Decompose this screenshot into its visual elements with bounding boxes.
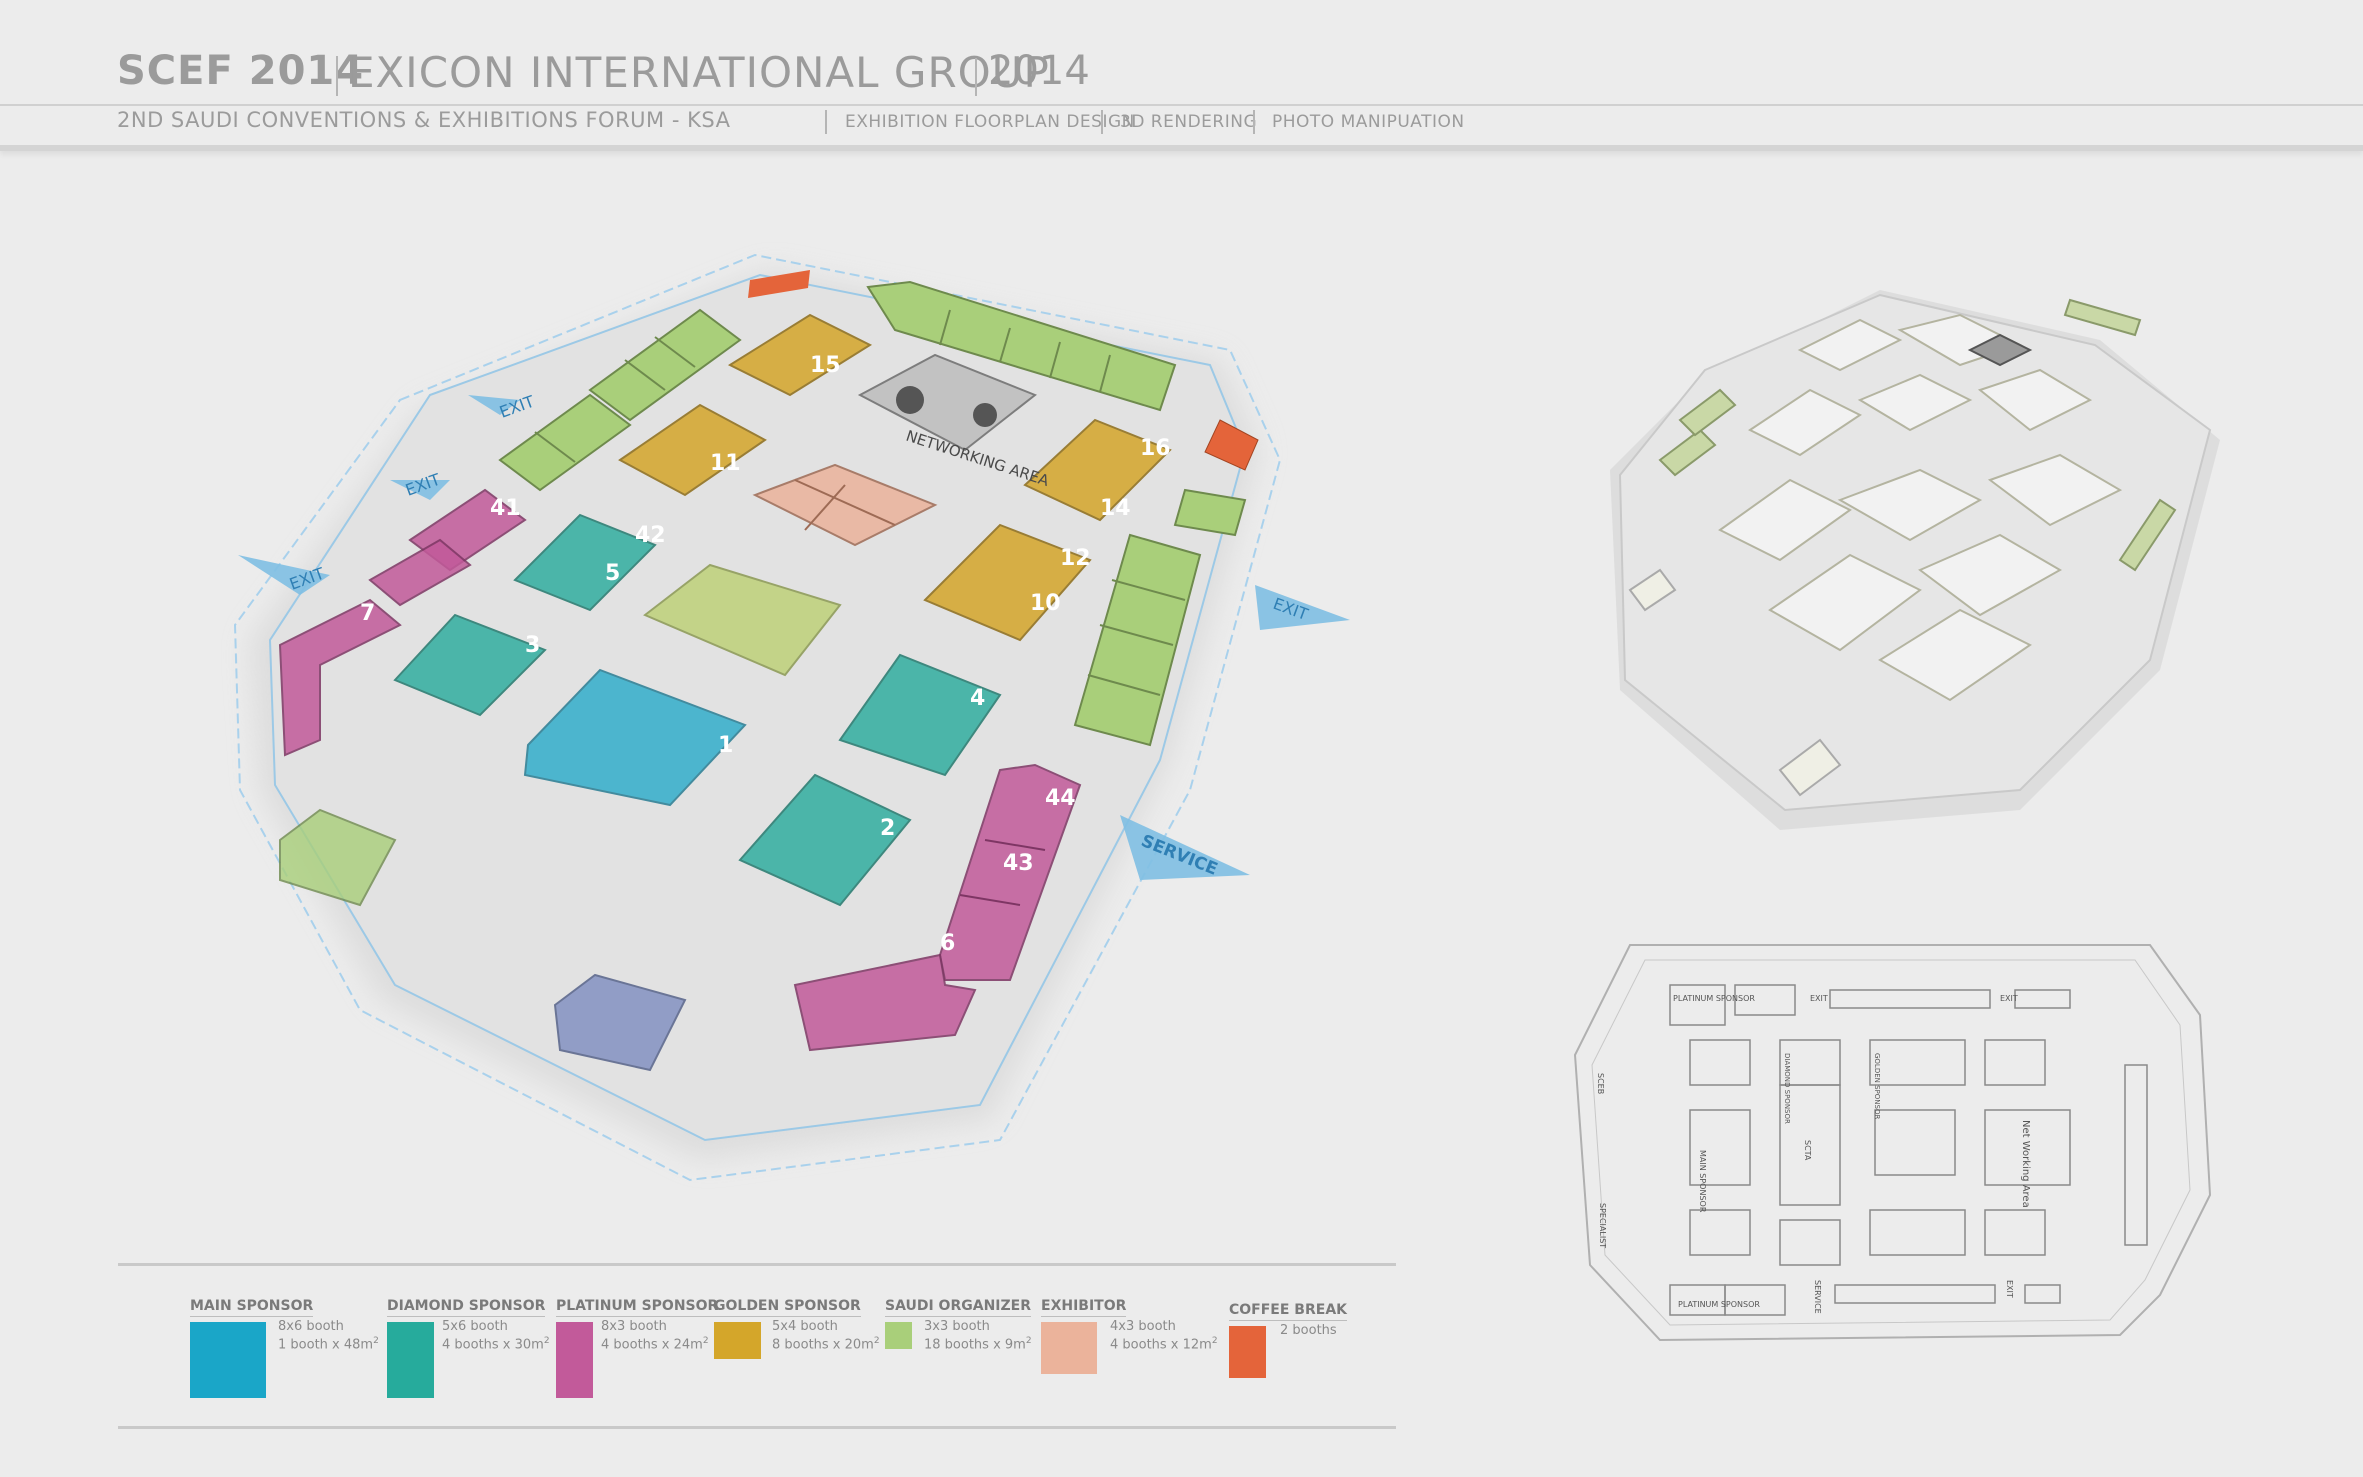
floorplan-label: GOLDEN SPONSOR [1873,1053,1881,1119]
legend-title: SAUDI ORGANIZER [885,1298,1031,1317]
booth-number: 5 [605,561,620,586]
booth-number: 11 [710,451,741,476]
white-3d-render [1610,290,2220,830]
booth-number: 16 [1140,436,1171,461]
floorplan-label: Net Working Area [2020,1120,2031,1208]
legend-swatch [1041,1322,1097,1374]
legend-title: EXHIBITOR [1041,1298,1127,1317]
legend-swatch [190,1322,266,1398]
legend-detail: 4 booths x 24m2 [601,1336,709,1353]
legend-swatch [556,1322,593,1398]
booth-number: 1 [718,733,733,758]
booth-number: 15 [810,353,841,378]
legend-detail: 3x3 booth [924,1319,990,1334]
legend-detail: 2 booths [1280,1323,1337,1338]
floorplan-label: MAIN SPONSOR [1698,1150,1707,1213]
legend-detail: 8 booths x 20m2 [772,1336,880,1353]
service-arrow: SERVICE [1120,815,1250,880]
floorplan-label: SERVICE [1813,1280,1822,1314]
booth-number: 41 [490,496,521,521]
floorplan-label: PLATINUM SPONSOR [1678,1300,1760,1309]
legend-detail: 1 booth x 48m2 [278,1336,379,1353]
legend-detail: 8x3 booth [601,1319,667,1334]
legend-swatch [714,1322,761,1359]
legend-swatch [885,1322,912,1349]
booth-number: 42 [635,523,666,548]
legend-detail: 5x6 booth [442,1319,508,1334]
booth-number: 3 [525,633,540,658]
legend-swatch [1229,1326,1266,1378]
booth-number: 10 [1030,591,1061,616]
legend-title: GOLDEN SPONSOR [714,1298,861,1317]
booth-number: 4 [970,686,985,711]
booth-number: 43 [1003,851,1034,876]
floorplan-label: EXIT [2005,1280,2014,1298]
floorplan-label: EXIT [1810,994,1828,1003]
legend-title: COFFEE BREAK [1229,1302,1348,1321]
booth-number: 7 [360,601,375,626]
legend-detail: 4 booths x 30m2 [442,1336,550,1353]
booth-number: 6 [940,931,955,956]
legend-detail: 4x3 booth [1110,1319,1176,1334]
floorplan-label: EXIT [2000,994,2018,1003]
legend: MAIN SPONSOR 8x6 booth 1 booth x 48m2 DI… [118,1263,1396,1429]
legend-swatch [387,1322,434,1398]
floorplan-label: SCTA [1803,1140,1812,1161]
booth-number: 14 [1100,496,1131,521]
booth-number: 12 [1060,546,1091,571]
floorplan-label: PLATINUM SPONSOR [1673,994,1755,1003]
legend-title: MAIN SPONSOR [190,1298,314,1317]
legend-title: PLATINUM SPONSOR [556,1298,719,1317]
legend-detail: 8x6 booth [278,1319,344,1334]
floorplan-label: DIAMOND SPONSOR [1783,1053,1791,1124]
booth-number: 2 [880,816,895,841]
booth-number: 44 [1045,786,1076,811]
legend-detail: 18 booths x 9m2 [924,1336,1032,1353]
legend-title: DIAMOND SPONSOR [387,1298,546,1317]
floorplan-label: SPECIALIST [1598,1203,1607,1248]
exit-arrow-4: EXIT [1255,585,1350,630]
legend-detail: 4 booths x 12m2 [1110,1336,1218,1353]
floorplan-2d: PLATINUM SPONSOR PLATINUM SPONSOR EXIT E… [1573,944,2212,1342]
floorplan-label: SCEB [1596,1073,1605,1094]
legend-detail: 5x4 booth [772,1319,838,1334]
